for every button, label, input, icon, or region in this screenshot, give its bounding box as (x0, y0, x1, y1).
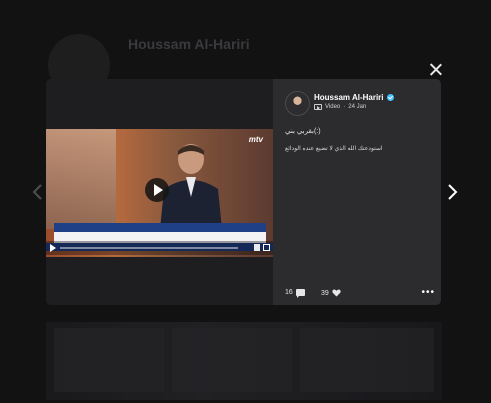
more-options-button[interactable]: ••• (421, 288, 435, 298)
background-profile-name: Houssam Al-Hariri (128, 36, 250, 52)
author-name[interactable]: Houssam Al-Hariri (314, 93, 394, 102)
video-controls (46, 241, 273, 255)
post-viewer-modal: mtv Houssam Al-Hariri Video · 24 Jan (:)… (46, 79, 441, 305)
video-progress-bar[interactable] (60, 247, 238, 249)
post-text-line-2: استودعتك الله الذي لا تضيع عنده الودائع (285, 146, 383, 152)
background-media-tile (300, 328, 434, 392)
comment-icon (295, 289, 305, 298)
media-area: mtv (46, 79, 273, 305)
post-type-label: Video (325, 104, 341, 110)
video-icon (314, 104, 322, 110)
video-player[interactable]: mtv (46, 129, 273, 257)
heart-icon (332, 289, 341, 297)
chevron-right-icon[interactable] (444, 182, 460, 202)
video-background-poster (46, 129, 116, 229)
control-play-icon[interactable] (50, 244, 56, 252)
comments-button[interactable]: 16 (285, 289, 305, 298)
post-actions: 16 39 ••• (285, 288, 435, 300)
play-icon[interactable] (145, 178, 169, 202)
post-meta: Video · 24 Jan (314, 104, 366, 110)
chevron-left-icon[interactable] (30, 182, 46, 202)
background-media-strip (46, 322, 442, 400)
like-count: 39 (321, 289, 329, 297)
verified-badge-icon (386, 94, 394, 101)
post-details-panel: Houssam Al-Hariri Video · 24 Jan (:)بقرب… (273, 79, 441, 305)
author-name-text: Houssam Al-Hariri (314, 93, 384, 102)
fullscreen-icon[interactable] (263, 244, 270, 251)
volume-icon[interactable] (254, 244, 260, 251)
close-icon[interactable] (428, 62, 444, 78)
meta-separator: · (343, 104, 346, 110)
channel-logo: mtv (248, 135, 263, 144)
post-date[interactable]: 24 Jan (348, 104, 366, 110)
avatar[interactable] (285, 91, 310, 116)
comment-count: 16 (285, 289, 293, 296)
background-media-tile (54, 328, 164, 392)
post-text-line-1: (:)بقربي بني (285, 128, 321, 135)
background-media-tile (172, 328, 292, 392)
like-button[interactable]: 39 (321, 289, 341, 297)
